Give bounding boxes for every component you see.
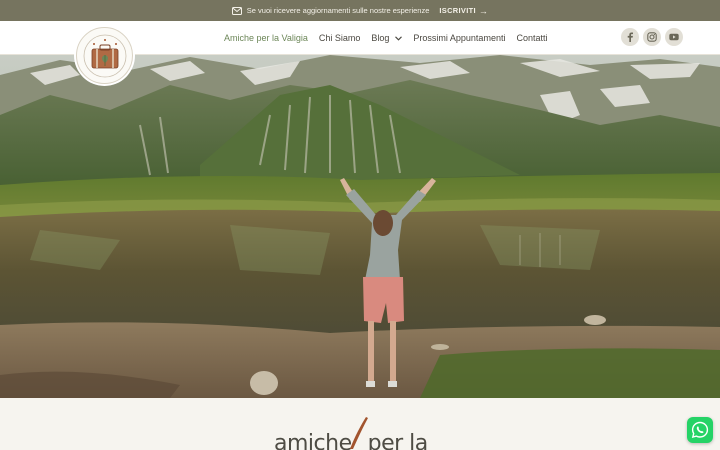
nav-item-chi-siamo[interactable]: Chi Siamo: [319, 33, 361, 43]
facebook-icon[interactable]: [621, 28, 639, 46]
instagram-icon[interactable]: [643, 28, 661, 46]
brand-text-amiche: amiche: [274, 431, 352, 450]
brand-brushstroke-icon: [350, 417, 368, 449]
nav-item-amiche-per-la-valigia[interactable]: Amiche per la Valigia: [224, 33, 308, 43]
whatsapp-icon[interactable]: [687, 417, 713, 443]
suitcase-logo-icon[interactable]: [76, 27, 133, 84]
announcement-bar: Se vuoi ricevere aggiornamenti sulle nos…: [0, 0, 720, 21]
mountain-lake-photo: [0, 55, 720, 398]
youtube-icon[interactable]: [665, 28, 683, 46]
nav-item-prossimi-appuntamenti[interactable]: Prossimi Appuntamenti: [413, 33, 505, 43]
newsletter-notice: Se vuoi ricevere aggiornamenti sulle nos…: [246, 6, 430, 15]
main-nav: Amiche per la Valigia Chi Siamo Blog Pro…: [224, 21, 558, 55]
nav-item-blog[interactable]: Blog: [371, 33, 403, 43]
nav-item-contatti[interactable]: Contatti: [516, 33, 547, 43]
nav-item-label: Chi Siamo: [318, 33, 361, 43]
subscribe-link[interactable]: ISCRIVITI →: [439, 6, 488, 16]
nav-item-label: Prossimi Appuntamenti: [413, 33, 506, 43]
nav-item-label: Amiche per la Valigia: [224, 33, 308, 43]
arrow-right-icon: →: [478, 5, 489, 16]
subscribe-label: ISCRIVITI: [439, 6, 476, 15]
envelope-icon: [231, 6, 242, 15]
brand-text-per-la: per la: [367, 431, 429, 450]
chevron-down-icon: [395, 35, 403, 41]
social-links: [621, 28, 687, 46]
nav-item-label: Blog: [371, 33, 390, 43]
nav-item-label: Contatti: [516, 33, 548, 43]
